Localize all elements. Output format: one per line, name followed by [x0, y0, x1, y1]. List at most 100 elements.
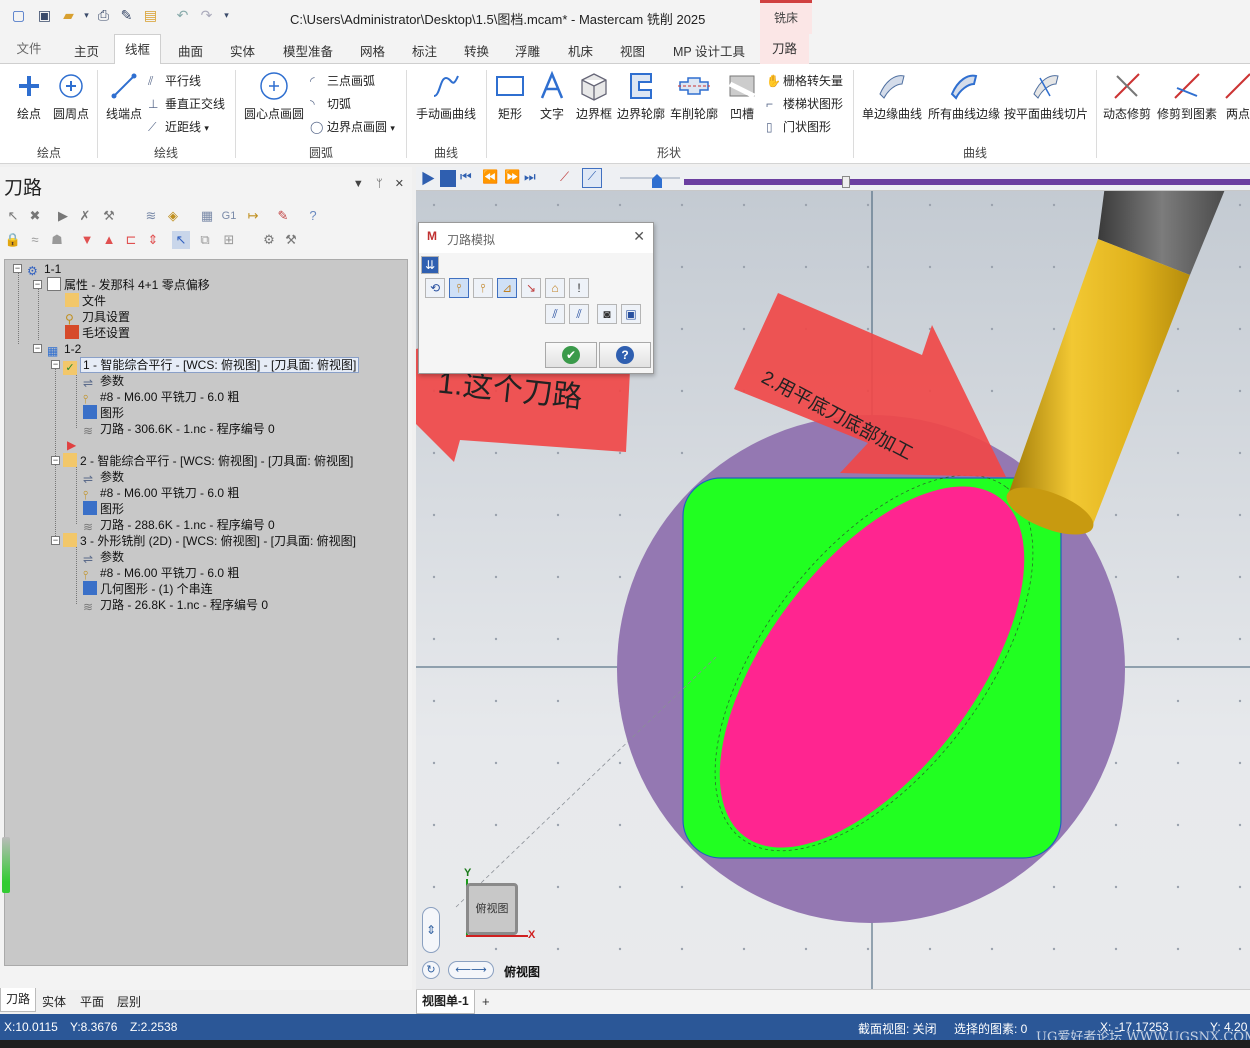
- toolpath-groups-icon[interactable]: ⚙: [260, 231, 278, 249]
- undo-icon[interactable]: ↶: [174, 7, 191, 24]
- redo-icon[interactable]: ↷: [198, 7, 215, 24]
- section-view-status[interactable]: 截面视图: 关闭: [858, 1020, 937, 1037]
- lock-icon[interactable]: 🔒: [4, 231, 22, 249]
- boundary-profile-button[interactable]: 边界轮廓: [616, 70, 666, 122]
- help-button[interactable]: ?: [599, 342, 651, 368]
- step-back-icon[interactable]: ⏪: [482, 169, 498, 185]
- tree-op1-tool[interactable]: ⫯ #8 - M6.00 平铣刀 - 6.0 粗: [83, 389, 239, 406]
- cursor-y[interactable]: Y:8.3676: [70, 1020, 117, 1034]
- tab-model-prep[interactable]: 模型准备: [283, 41, 333, 60]
- show-holder-icon[interactable]: ⫯: [473, 278, 493, 298]
- plane-slice-button[interactable]: 按平面曲线切片: [1002, 70, 1090, 122]
- tab-relief[interactable]: 浮雕: [515, 41, 540, 60]
- tree-op1-geometry[interactable]: 图形: [83, 405, 124, 421]
- tab-view[interactable]: 视图: [620, 41, 645, 60]
- scroll-indicator[interactable]: [2, 837, 10, 893]
- stair-shape-button[interactable]: ⌐ 楼梯状图形: [766, 95, 843, 112]
- speed-slider-track[interactable]: [620, 177, 680, 179]
- parallel-line-button[interactable]: ⫽ 平行线: [148, 72, 201, 89]
- expand-toggle[interactable]: −: [33, 344, 42, 353]
- select-all-icon[interactable]: ↖: [4, 207, 22, 225]
- g1-icon[interactable]: G1: [220, 207, 238, 225]
- tree-operation-3[interactable]: 3 - 外形铣削 (2D) - [WCS: 俯视图] - [刀具面: 俯视图]: [63, 533, 356, 549]
- cursor-x[interactable]: X:10.0115: [4, 1020, 58, 1034]
- all-edge-curve-button[interactable]: 所有曲线边缘: [926, 70, 1002, 122]
- toggle-post-icon[interactable]: ☗: [48, 231, 66, 249]
- move-up-icon[interactable]: ▲: [100, 231, 118, 249]
- tab-home[interactable]: 主页: [74, 41, 99, 60]
- regenerate-selected-icon[interactable]: ▶: [54, 207, 72, 225]
- help-icon[interactable]: ?: [304, 207, 322, 225]
- forward-end-icon[interactable]: ⏭: [524, 169, 536, 185]
- grid-to-vector-button[interactable]: ✋ 栅格转矢量: [766, 72, 843, 89]
- tree-op3-toolpath[interactable]: ≋ 刀路 - 26.8K - 1.nc - 程序编号 0: [83, 597, 268, 614]
- arc-3pt-button[interactable]: ◜ 三点画弧: [310, 72, 375, 89]
- trace-mode-icon[interactable]: ⟋: [560, 169, 569, 185]
- bounding-box-button[interactable]: 边界框: [574, 70, 614, 122]
- path-display-icon[interactable]: ⟋: [582, 168, 602, 188]
- add-viewsheet-button[interactable]: +: [482, 994, 490, 1009]
- info-icon[interactable]: !: [569, 278, 589, 298]
- close-icon[interactable]: ✕: [633, 228, 645, 245]
- tab-toolpaths[interactable]: 刀路: [760, 34, 810, 64]
- tab-wireframe[interactable]: 线框: [114, 34, 162, 65]
- view-cube[interactable]: 俯视图: [466, 883, 518, 935]
- tab-transform[interactable]: 转换: [464, 41, 489, 60]
- tree-op1-params[interactable]: ⇌ 参数: [83, 373, 124, 390]
- tree-machine-group[interactable]: ⚙ 1-1: [27, 261, 61, 278]
- post-output-icon[interactable]: ↦: [244, 207, 262, 225]
- settings-icon[interactable]: ⚒: [282, 231, 300, 249]
- toggle-display-icon[interactable]: ≈: [26, 231, 44, 249]
- quick-verify-icon[interactable]: ⫽: [545, 304, 565, 324]
- perpendicular-line-button[interactable]: ⊥ 垂直正交线: [148, 95, 225, 112]
- expand-toggle[interactable]: −: [33, 280, 42, 289]
- expand-toggle[interactable]: −: [51, 536, 60, 545]
- chevron-down-icon[interactable]: ▾: [78, 7, 95, 24]
- line-endpoints-button[interactable]: 线端点: [104, 70, 144, 122]
- properties-icon[interactable]: ▤: [142, 7, 159, 24]
- rotate-horizontal-control[interactable]: ⟵⟶: [448, 961, 494, 979]
- regenerate-dirty-icon[interactable]: ✗: [76, 207, 94, 225]
- tab-solids-panel[interactable]: 实体: [42, 993, 66, 1010]
- print-icon[interactable]: ⎙: [95, 7, 112, 24]
- chevron-down-icon[interactable]: ▼: [353, 178, 364, 190]
- two-point-trim-button[interactable]: 两点: [1218, 70, 1250, 122]
- expand-toggle[interactable]: −: [51, 360, 60, 369]
- rotate-icon[interactable]: ↻: [422, 961, 440, 979]
- simulate-icon[interactable]: ◈: [164, 207, 182, 225]
- rectangle-button[interactable]: 矩形: [492, 70, 528, 122]
- tab-solids[interactable]: 实体: [230, 41, 255, 60]
- ok-button[interactable]: ✔: [545, 342, 597, 368]
- edge-circle-button[interactable]: ◯ 边界点画圆 ▾: [310, 118, 395, 135]
- draw-point-button[interactable]: 绘点: [8, 70, 50, 122]
- stop-icon[interactable]: [440, 170, 456, 187]
- pin-icon[interactable]: ᛘ: [376, 178, 383, 190]
- edit-icon[interactable]: ✎: [118, 7, 135, 24]
- progress-marker[interactable]: [842, 176, 850, 188]
- tree-stock-settings[interactable]: 毛坯设置: [65, 325, 130, 341]
- tab-levels-panel[interactable]: 层别: [117, 993, 141, 1010]
- show-tool-icon[interactable]: ⫯: [449, 278, 469, 298]
- move-down-icon[interactable]: ▼: [78, 231, 96, 249]
- text-button[interactable]: 文字: [534, 70, 570, 122]
- door-shape-button[interactable]: ▯ 门状图形: [766, 118, 831, 135]
- backplot-icon[interactable]: ⚒: [100, 207, 118, 225]
- tab-planes-panel[interactable]: 平面: [80, 993, 104, 1010]
- select-invalid-icon[interactable]: ✖: [26, 207, 44, 225]
- rewind-start-icon[interactable]: ⏮: [460, 169, 472, 185]
- tangent-arc-button[interactable]: ◝ 切弧: [310, 95, 351, 112]
- tree-properties[interactable]: 属性 - 发那科 4+1 零点偏移: [47, 277, 210, 293]
- tab-mp-design[interactable]: MP 设计工具: [673, 41, 745, 60]
- tree-tool-settings[interactable]: ⚲ 刀具设置: [65, 309, 130, 326]
- tree-op3-tool[interactable]: ⫯ #8 - M6.00 平铣刀 - 6.0 粗: [83, 565, 239, 582]
- verify-all-icon[interactable]: ⫽: [569, 304, 589, 324]
- tree-op2-toolpath[interactable]: ≋ 刀路 - 288.6K - 1.nc - 程序编号 0: [83, 517, 275, 534]
- tree-op1-toolpath[interactable]: ≋ 刀路 - 306.6K - 1.nc - 程序编号 0: [83, 421, 275, 438]
- show-endpoint-icon[interactable]: ⌂: [545, 278, 565, 298]
- circle-points-button[interactable]: 圆周点: [50, 70, 92, 122]
- display-mode-icon[interactable]: ⟲: [425, 278, 445, 298]
- play-icon[interactable]: [422, 171, 435, 186]
- post-icon[interactable]: ▦: [198, 207, 216, 225]
- circle-center-button[interactable]: 圆心点画圆: [240, 70, 308, 122]
- tab-dimension[interactable]: 标注: [412, 41, 437, 60]
